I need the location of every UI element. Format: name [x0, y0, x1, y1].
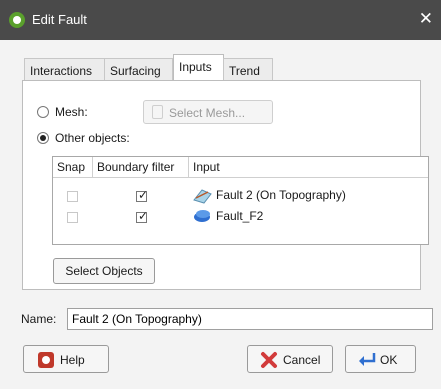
col-header-input: Input [193, 160, 220, 174]
col-header-snap: Snap [53, 157, 93, 177]
mesh-radio[interactable] [37, 106, 49, 118]
other-objects-radio[interactable] [37, 132, 49, 144]
cursor-icon [152, 105, 163, 119]
input-name: Fault 2 (On Topography) [216, 188, 346, 202]
help-label: Help [60, 353, 85, 367]
app-icon [9, 12, 25, 28]
name-input[interactable] [67, 308, 433, 330]
help-icon [38, 352, 54, 368]
ok-label: OK [380, 353, 398, 367]
boundary-filter-checkbox[interactable] [136, 188, 148, 202]
boundary-filter-checkbox[interactable] [136, 209, 148, 223]
ok-button[interactable]: OK [345, 345, 416, 373]
select-mesh-label: Select Mesh... [169, 106, 246, 120]
cancel-x-icon [261, 352, 277, 368]
help-button[interactable]: Help [23, 345, 109, 373]
title-bar: Edit Fault ✕ [0, 0, 441, 40]
tab-inputs[interactable]: Inputs [173, 54, 224, 81]
name-label: Name: [21, 312, 57, 326]
mesh-radio-label: Mesh: [55, 105, 88, 119]
inputs-table: Snap Boundary filter Input Fault 2 (On T… [52, 156, 429, 245]
input-name: Fault_F2 [216, 209, 264, 223]
window-title: Edit Fault [32, 12, 87, 27]
tab-trend[interactable]: Trend [223, 58, 273, 82]
snap-checkbox [67, 191, 78, 202]
topography-fault-icon [193, 189, 212, 204]
select-objects-button[interactable]: Select Objects [53, 258, 155, 284]
fault-surface-icon [194, 210, 210, 222]
select-mesh-button: Select Mesh... [143, 100, 273, 124]
cancel-label: Cancel [283, 353, 321, 367]
header-divider [53, 177, 428, 178]
snap-checkbox [67, 212, 78, 223]
cancel-button[interactable]: Cancel [247, 345, 333, 373]
other-objects-label: Other objects: [55, 131, 130, 145]
col-header-boundary-filter: Boundary filter [93, 157, 189, 177]
close-icon[interactable]: ✕ [419, 9, 433, 29]
return-arrow-icon [359, 353, 376, 366]
tab-surfacing[interactable]: Surfacing [104, 58, 173, 82]
tab-interactions[interactable]: Interactions [24, 58, 105, 82]
